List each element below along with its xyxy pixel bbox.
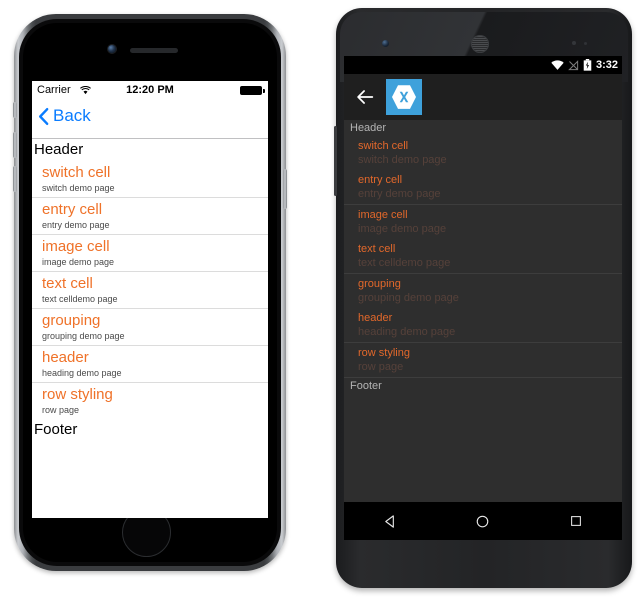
ios-section-header: Header: [32, 139, 268, 161]
chevron-left-icon: [39, 107, 49, 125]
front-camera-icon: [108, 45, 116, 53]
ios-navigation-bar: Back: [32, 100, 268, 139]
list-item-detail: switch demo page: [358, 154, 447, 166]
list-item-title: grouping: [42, 312, 101, 329]
iphone-device: Carrier 12:20 PM Back Header switch cell…: [13, 14, 287, 571]
front-camera-icon: [382, 40, 389, 47]
list-item-title: image cell: [42, 238, 110, 255]
list-item[interactable]: grouping grouping demo page: [344, 273, 622, 308]
list-item-title: row styling: [358, 347, 410, 359]
list-item-detail: heading demo page: [358, 326, 456, 338]
battery-charging-icon: [583, 59, 592, 71]
iphone-mute-switch[interactable]: [13, 102, 17, 118]
android-section-footer: Footer: [344, 377, 622, 394]
list-item[interactable]: text cell text celldemo page: [32, 272, 268, 309]
list-item-title: header: [42, 349, 89, 366]
list-item-detail: heading demo page: [42, 368, 122, 378]
android-section-header: Header: [344, 120, 622, 136]
ios-section-footer: Footer: [32, 419, 268, 441]
list-item-detail: entry demo page: [42, 220, 110, 230]
android-navigation-bar: [344, 502, 622, 540]
android-clock: 3:32: [595, 59, 618, 71]
list-item-title: image cell: [358, 209, 408, 221]
android-volume-button[interactable]: [334, 126, 337, 196]
earpiece-speaker: [130, 48, 178, 53]
iphone-volume-up-button[interactable]: [13, 132, 17, 158]
list-item[interactable]: row styling row page: [32, 383, 268, 419]
list-item[interactable]: row styling row page: [344, 342, 622, 377]
iphone-screen: Carrier 12:20 PM Back Header switch cell…: [32, 81, 268, 518]
list-item[interactable]: entry cell entry demo page: [344, 170, 622, 204]
list-item[interactable]: header heading demo page: [344, 308, 622, 342]
ios-status-bar: Carrier 12:20 PM: [32, 81, 268, 100]
list-item-detail: grouping demo page: [42, 331, 125, 341]
ios-clock: 12:20 PM: [126, 84, 174, 96]
list-item-title: entry cell: [42, 201, 103, 218]
list-item[interactable]: entry cell entry demo page: [32, 198, 268, 235]
earpiece-speaker: [471, 35, 489, 53]
back-button-label: Back: [53, 106, 91, 125]
list-item-detail: text celldemo page: [42, 294, 118, 304]
screenshot-canvas: Carrier 12:20 PM Back Header switch cell…: [0, 0, 640, 600]
battery-full-icon: [240, 86, 265, 95]
list-item-title: grouping: [358, 278, 401, 290]
list-item-detail: entry demo page: [358, 188, 441, 200]
list-item-title: switch cell: [358, 140, 409, 152]
iphone-volume-down-button[interactable]: [13, 166, 17, 192]
list-item[interactable]: image cell image demo page: [32, 235, 268, 272]
android-device: 3:32 Header switch cell switch demo page…: [334, 8, 632, 588]
list-item-title: text cell: [358, 243, 396, 255]
list-item[interactable]: header heading demo page: [32, 346, 268, 383]
list-item[interactable]: image cell image demo page: [344, 204, 622, 239]
list-item[interactable]: grouping grouping demo page: [32, 309, 268, 346]
nav-home-circle-icon[interactable]: [465, 510, 501, 532]
status-icon-tray: 3:32: [551, 56, 618, 74]
wifi-icon: [551, 59, 564, 70]
list-item-detail: grouping demo page: [358, 292, 459, 304]
android-list-view[interactable]: Header switch cell switch demo page entr…: [344, 120, 622, 394]
android-status-bar: 3:32: [344, 56, 622, 74]
light-sensor: [584, 42, 587, 45]
back-button[interactable]: Back: [38, 106, 91, 126]
android-action-bar: [344, 74, 622, 120]
xamarin-hexagon-icon: [392, 85, 416, 109]
list-item-title: header: [358, 312, 393, 324]
list-item-detail: switch demo page: [42, 183, 115, 193]
list-item-detail: row page: [42, 405, 80, 415]
iphone-power-button[interactable]: [283, 169, 287, 209]
proximity-sensor: [572, 41, 576, 45]
list-item-detail: image demo page: [358, 223, 447, 235]
xamarin-logo-icon[interactable]: [386, 79, 422, 115]
list-item[interactable]: text cell text celldemo page: [344, 239, 622, 273]
list-item-title: entry cell: [358, 174, 403, 186]
list-item-title: switch cell: [42, 164, 111, 181]
no-signal-icon: [568, 59, 579, 70]
android-list-empty-space: [344, 394, 622, 502]
list-item[interactable]: switch cell switch demo page: [344, 136, 622, 170]
list-item-title: row styling: [42, 386, 113, 403]
android-screen: 3:32 Header switch cell switch demo page…: [344, 56, 622, 540]
list-item-detail: image demo page: [42, 257, 115, 267]
arrow-left-icon[interactable]: [354, 86, 376, 108]
ios-list-view[interactable]: Header switch cell switch demo page entr…: [32, 139, 268, 441]
nav-recents-square-icon[interactable]: [558, 510, 594, 532]
list-item-detail: text celldemo page: [358, 257, 451, 269]
list-item-title: text cell: [42, 275, 93, 292]
list-item-detail: row page: [358, 361, 404, 373]
list-item[interactable]: switch cell switch demo page: [32, 161, 268, 198]
nav-back-triangle-icon[interactable]: [372, 510, 408, 532]
